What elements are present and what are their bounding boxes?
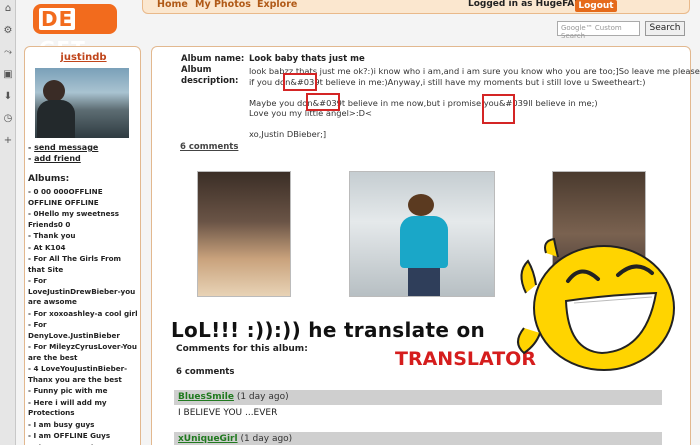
album-list-item[interactable]: - For DenyLove.JustinBieber [28, 320, 139, 341]
avatar-body [37, 100, 75, 138]
album-list-item[interactable]: - Funny pic with me [28, 386, 139, 397]
album-list-item[interactable]: - For MileyzCyrusLover-You are the best [28, 342, 139, 363]
album-list-item[interactable]: - For xoxoashley-a cool girl [28, 309, 139, 320]
desc-line: xo,Justin DBieber;] [249, 129, 327, 139]
album-list-item[interactable]: - 0 00 000OFFLINE OFFLINE OFFLINE [28, 187, 139, 208]
album-list-item[interactable]: - For LoveJustinDrewBieber-you are awsom… [28, 276, 139, 308]
album-photo[interactable] [349, 171, 495, 297]
avatar[interactable] [35, 68, 129, 138]
annotation-box [283, 73, 317, 91]
profile-username[interactable]: justindb [25, 52, 142, 63]
comment-header: xUniqueGirl (1 day ago) [174, 432, 662, 445]
photo-person-hair [408, 194, 434, 216]
comments-count-link[interactable]: 6 comments [180, 142, 238, 152]
comment-time: (1 day ago) [240, 434, 293, 444]
search-input[interactable]: Google™ Custom Search [557, 21, 640, 40]
comment-author[interactable]: BluesSmile [178, 392, 234, 402]
logout-button[interactable]: Logout [575, 0, 617, 12]
comment-author[interactable]: xUniqueGirl [178, 434, 238, 444]
download-icon[interactable]: ⬇ [2, 91, 14, 103]
album-list-item[interactable]: - At K104 [28, 243, 139, 254]
comment-time: (1 day ago) [236, 392, 289, 402]
add-friend-link[interactable]: - add friend [28, 154, 81, 163]
comment-header: BluesSmile (1 day ago) [174, 390, 662, 405]
clock-icon[interactable]: ◷ [2, 113, 14, 125]
annotation-box [306, 93, 340, 111]
annotation-box [482, 94, 515, 124]
album-name-label: Album name: [181, 54, 245, 64]
album-list-item[interactable]: - Thank you [28, 231, 139, 242]
send-message-link[interactable]: - send message [28, 143, 98, 152]
album-list-item[interactable]: - For All The Girls From that Site [28, 254, 139, 275]
nav-my-photos[interactable]: My Photos [195, 0, 251, 10]
avatar-head [43, 80, 65, 102]
nav-home[interactable]: Home [157, 0, 188, 10]
album-list-item[interactable]: - 0Hello my sweetness Friends0 0 [28, 209, 139, 230]
plus-icon[interactable]: + [2, 135, 14, 147]
window-icon[interactable]: ▣ [2, 69, 14, 81]
album-list-item[interactable]: - Here i will add my Protections [28, 398, 139, 419]
photo-person-hoodie [400, 216, 448, 268]
albums-heading: Albums: [28, 174, 70, 184]
profile-sidebar: justindb - send message - add friend Alb… [24, 46, 141, 445]
album-list-item[interactable]: - 4 LoveYouJustinBieber-Thanx you are th… [28, 364, 139, 385]
nav-explore[interactable]: Explore [257, 0, 297, 10]
desc-line [249, 119, 689, 130]
photo-person [400, 194, 448, 296]
comment-text: I BELIEVE YOU ...EVER [178, 408, 278, 418]
comments-heading: Comments for this album: [176, 344, 308, 354]
album-list: - 0 00 000OFFLINE OFFLINE OFFLINE - 0Hell… [28, 187, 139, 445]
home-icon[interactable]: ⌂ [2, 3, 14, 15]
album-name-value: Look baby thats just me [249, 54, 365, 64]
lol-caption: LoL!!! :)):)) he translate on [171, 318, 486, 342]
site-logo[interactable]: DEGET [33, 4, 117, 61]
album-list-item[interactable]: - I am busy guys [28, 420, 139, 431]
album-list-item[interactable]: - I am OFFLINE Guys [28, 431, 139, 442]
search-button[interactable]: Search [645, 21, 685, 36]
album-desc-label-1: Album [181, 65, 212, 75]
photo-person-jeans [408, 268, 440, 296]
browser-sidebar: ⌂ ⚙ ⤳ ▣ ⬇ ◷ + [0, 0, 16, 445]
share-icon[interactable]: ⤳ [2, 47, 14, 59]
comments-count: 6 comments [176, 367, 235, 377]
album-photo[interactable] [197, 171, 291, 297]
gear-icon[interactable]: ⚙ [2, 25, 14, 37]
album-desc-label-2: description: [181, 76, 239, 86]
laughing-smiley-icon [517, 237, 675, 371]
